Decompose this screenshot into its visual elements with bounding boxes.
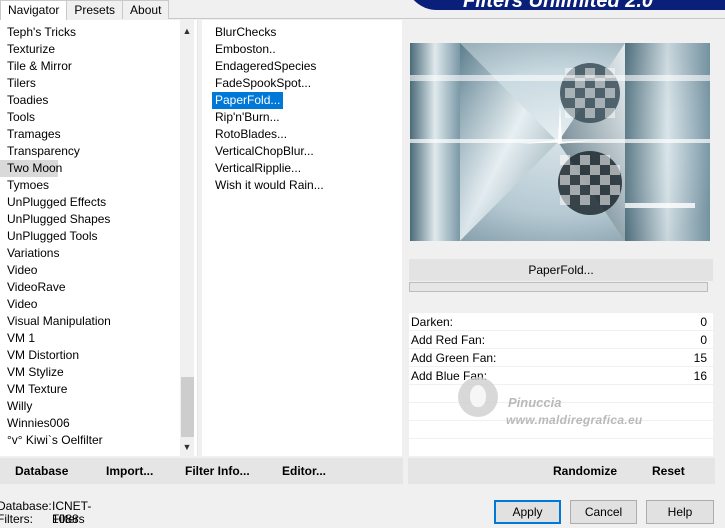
filter-row: EndageredSpecies [212,58,324,75]
category-item[interactable]: VM 1 [0,330,180,347]
parameter-label: Darken: [411,315,454,329]
selected-filter-title: PaperFold... [409,259,713,281]
parameter-row[interactable]: Add Green Fan: 15 [409,349,713,367]
category-item[interactable]: Variations [0,245,180,262]
filter-row: BlurChecks [212,24,324,41]
filter-row: PaperFold... [212,92,324,109]
category-item[interactable]: Tramages [0,126,180,143]
parameter-value: 0 [700,315,707,329]
category-items: Teph's Tricks Texturize Tile & Mirror Tiler… [0,24,180,449]
category-item[interactable]: VM Texture [0,381,180,398]
help-button[interactable]: Help [646,500,714,524]
tab-navigator[interactable]: Navigator [0,0,68,20]
scroll-up-arrow-icon[interactable]: ▲ [180,24,194,38]
right-button-bar: Randomize Reset [408,458,715,484]
category-item[interactable]: Tymoes [0,177,180,194]
tab-strip: Navigator Presets About [0,0,170,20]
filter-row: FadeSpookSpot... [212,75,324,92]
category-item[interactable]: Transparency [0,143,180,160]
cancel-button[interactable]: Cancel [570,500,637,524]
watermark: Pinuccia www.maldiregrafica.eu [458,375,698,435]
scroll-down-arrow-icon[interactable]: ▼ [180,440,194,454]
banner-title: Filters Unlimited 2.0 [463,0,653,10]
filter-row: RotoBlades... [212,126,324,143]
database-button[interactable]: Database [15,464,68,478]
reset-button[interactable]: Reset [652,464,685,478]
filter-item[interactable]: RotoBlades... [212,126,324,143]
left-button-bar: Database Import... Filter Info... Editor… [0,458,403,484]
category-item[interactable]: Visual Manipulation [0,313,180,330]
parameter-row[interactable]: Add Red Fan: 0 [409,331,713,349]
category-item[interactable]: Video [0,296,180,313]
filter-row: Wish it would Rain... [212,177,324,194]
preview-image [410,43,710,241]
category-item[interactable]: Winnies006 [0,415,180,432]
category-item[interactable]: VM Distortion [0,347,180,364]
filter-item[interactable]: Rip'n'Burn... [212,109,324,126]
filter-item[interactable]: FadeSpookSpot... [212,75,324,92]
filter-item[interactable]: EndageredSpecies [212,58,324,75]
filter-row: VerticalChopBlur... [212,143,324,160]
category-item[interactable]: °v° Kiwi`s Oelfilter [0,432,180,449]
category-item[interactable]: Two Moon [0,160,62,177]
watermark-url: www.maldiregrafica.eu [506,413,643,427]
apply-button[interactable]: Apply [494,500,561,524]
editor-button[interactable]: Editor... [282,464,326,478]
parameter-row[interactable]: Darken: 0 [409,313,713,331]
import-button[interactable]: Import... [106,464,153,478]
filter-item[interactable]: VerticalChopBlur... [212,143,324,160]
watermark-logo-icon [458,377,498,417]
category-list[interactable]: Teph's Tricks Texturize Tile & Mirror Tiler… [0,20,198,456]
parameter-label: Add Green Fan: [411,351,497,365]
filters-count-value: 1088 [52,512,79,526]
category-item[interactable]: Tile & Mirror [0,58,180,75]
category-item[interactable]: UnPlugged Shapes [0,211,180,228]
category-scrollbar[interactable]: ▲ ▼ [180,20,194,456]
category-item[interactable]: VideoRave [0,279,180,296]
filter-list[interactable]: BlurChecks Emboston.. EndageredSpecies Fade… [202,20,402,456]
filter-item[interactable]: PaperFold... [212,92,284,109]
parameter-value: 0 [700,333,707,347]
progress-bar [409,282,708,292]
filter-row: Emboston.. [212,41,324,58]
filter-row: VerticalRipplie... [212,160,324,177]
scroll-thumb[interactable] [181,377,194,437]
parameter-label: Add Red Fan: [411,333,486,347]
category-item[interactable]: Willy [0,398,180,415]
filter-item[interactable]: VerticalRipplie... [212,160,324,177]
watermark-name: Pinuccia [508,395,562,410]
category-item[interactable]: Teph's Tricks [0,24,180,41]
category-item[interactable]: Toadies [0,92,180,109]
randomize-button[interactable]: Randomize [553,464,617,478]
category-item[interactable]: Video [0,262,180,279]
category-item[interactable]: Texturize [0,41,180,58]
tab-presets[interactable]: Presets [66,0,124,19]
category-item[interactable]: VM Stylize [0,364,180,381]
parameter-value: 15 [693,351,707,365]
filter-row: Rip'n'Burn... [212,109,324,126]
category-item[interactable]: Tools [0,109,180,126]
parameter-row-empty [409,439,713,457]
filter-item[interactable]: Emboston.. [212,41,324,58]
filter-item[interactable]: Wish it would Rain... [212,177,324,194]
filters-count-label: Filters: [0,512,33,526]
filter-items: BlurChecks Emboston.. EndageredSpecies Fade… [212,24,324,194]
filter-item[interactable]: BlurChecks [212,24,324,41]
tab-about[interactable]: About [122,0,170,19]
category-item[interactable]: Tilers [0,75,180,92]
filters-unlimited-banner: Filters Unlimited 2.0 [405,0,725,10]
category-item[interactable]: UnPlugged Tools [0,228,180,245]
category-item[interactable]: UnPlugged Effects [0,194,180,211]
filter-info-button[interactable]: Filter Info... [185,464,250,478]
